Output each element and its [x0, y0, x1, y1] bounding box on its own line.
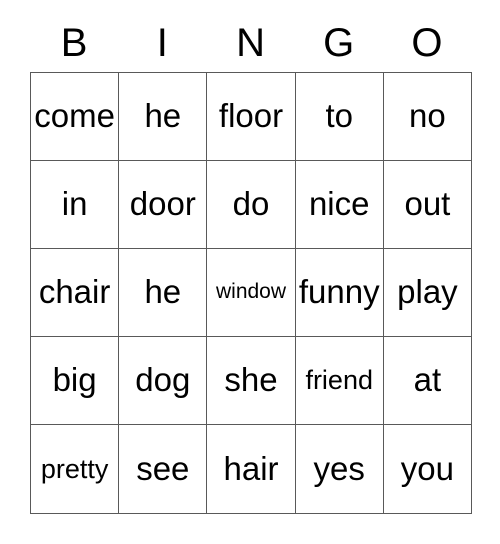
- bingo-row: pretty see hair yes you: [31, 425, 473, 514]
- bingo-cell[interactable]: do: [207, 161, 296, 249]
- bingo-cell[interactable]: nice: [295, 161, 384, 249]
- bingo-cell[interactable]: he: [119, 73, 208, 161]
- bingo-cell-label: chair: [38, 273, 111, 311]
- bingo-cell[interactable]: out: [383, 161, 473, 249]
- bingo-card: B I N G O come he floor to no in door do…: [30, 14, 473, 514]
- bingo-cell-label: she: [224, 361, 278, 399]
- bingo-cell[interactable]: pretty: [31, 425, 120, 514]
- bingo-cell-label: he: [144, 273, 182, 311]
- bingo-row: in door do nice out: [31, 161, 473, 249]
- bingo-cell-label: he: [144, 97, 182, 135]
- bingo-cell-label: big: [52, 361, 97, 399]
- bingo-cell-label: no: [409, 97, 446, 135]
- bingo-cell[interactable]: door: [119, 161, 208, 249]
- bingo-header-letter-n: N: [236, 21, 265, 65]
- bingo-header-letter-g: G: [323, 21, 355, 65]
- bingo-header-letter-o: O: [411, 21, 443, 65]
- bingo-cell[interactable]: dog: [119, 337, 208, 425]
- bingo-cell[interactable]: chair: [31, 249, 120, 337]
- bingo-row: come he floor to no: [31, 73, 473, 161]
- bingo-cell[interactable]: big: [31, 337, 120, 425]
- bingo-row: big dog she friend at: [31, 337, 473, 425]
- bingo-cell-label: come: [34, 97, 115, 135]
- bingo-header-letter-i: I: [156, 21, 168, 65]
- bingo-header-letter-b: B: [60, 21, 88, 65]
- bingo-grid: come he floor to no in door do nice out …: [30, 72, 473, 514]
- bingo-cell[interactable]: at: [383, 337, 473, 425]
- bingo-cell[interactable]: he: [119, 249, 208, 337]
- bingo-cell-label: door: [129, 185, 196, 223]
- bingo-cell-label: friend: [305, 365, 373, 396]
- bingo-cell-label: in: [61, 185, 88, 223]
- bingo-cell[interactable]: window: [207, 249, 296, 337]
- bingo-cell-label: hair: [223, 449, 279, 487]
- bingo-row: chair he window funny play: [31, 249, 473, 337]
- bingo-cell-label: floor: [218, 97, 284, 135]
- bingo-cell[interactable]: no: [383, 73, 473, 161]
- bingo-cell[interactable]: play: [383, 249, 473, 337]
- bingo-cell-label: do: [232, 185, 270, 223]
- bingo-cell[interactable]: friend: [295, 337, 384, 425]
- bingo-cell-label: funny: [298, 273, 380, 311]
- bingo-cell[interactable]: funny: [295, 249, 384, 337]
- bingo-cell[interactable]: to: [295, 73, 384, 161]
- bingo-cell[interactable]: come: [31, 73, 120, 161]
- bingo-cell[interactable]: she: [207, 337, 296, 425]
- bingo-cell[interactable]: hair: [207, 425, 296, 514]
- bingo-cell[interactable]: see: [119, 425, 208, 514]
- bingo-cell-label: at: [413, 361, 442, 399]
- bingo-cell-label: dog: [135, 361, 191, 399]
- bingo-cell[interactable]: yes: [295, 425, 384, 514]
- bingo-cell-label: to: [325, 97, 353, 135]
- bingo-cell[interactable]: you: [383, 425, 473, 514]
- bingo-cell[interactable]: floor: [207, 73, 296, 161]
- bingo-cell-label: out: [404, 185, 451, 223]
- bingo-cell-label: play: [397, 273, 458, 311]
- bingo-cell-label: you: [400, 449, 455, 487]
- bingo-cell-label: pretty: [40, 453, 109, 484]
- bingo-cell-label: window: [215, 280, 287, 304]
- bingo-cell-label: yes: [313, 449, 365, 487]
- bingo-cell-label: see: [136, 449, 190, 487]
- bingo-cell-label: nice: [308, 185, 370, 223]
- bingo-header-row: B I N G O: [30, 14, 471, 72]
- bingo-cell[interactable]: in: [31, 161, 120, 249]
